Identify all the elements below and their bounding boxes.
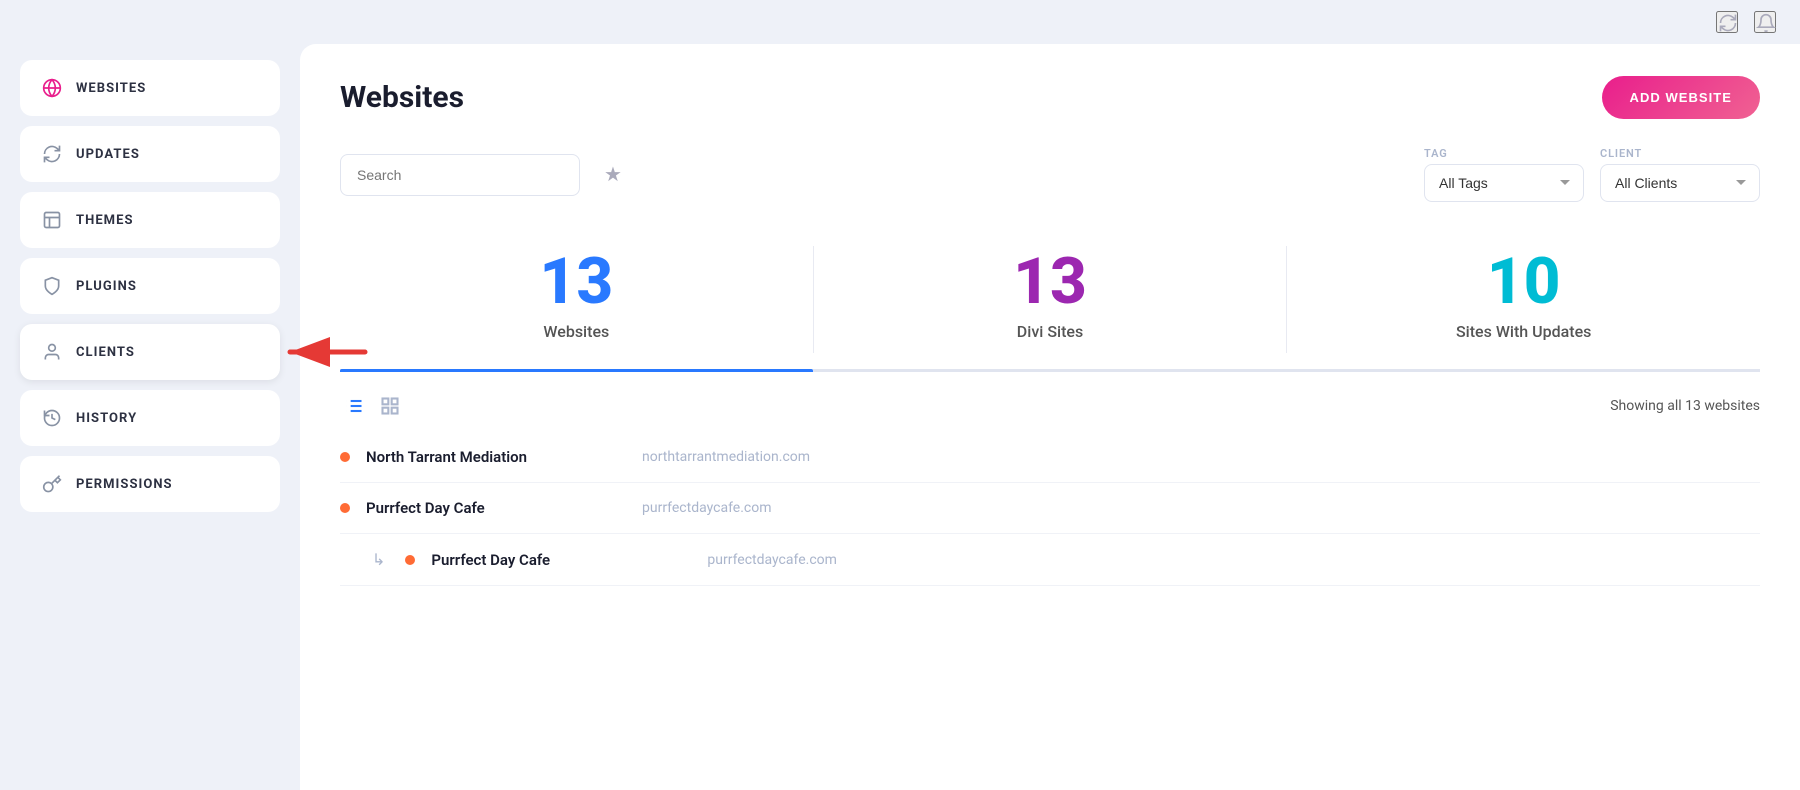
client-filter-label: CLIENT <box>1600 147 1760 160</box>
table-row[interactable]: ↳ Purrfect Day Cafe purrfectdaycafe.com <box>340 534 1760 586</box>
sidebar-item-plugins[interactable]: Plugins <box>20 258 280 314</box>
sidebar-item-websites[interactable]: Websites <box>20 60 280 116</box>
client-filter-select[interactable]: All Clients <box>1600 164 1760 202</box>
themes-icon <box>42 210 62 230</box>
favorites-star-button[interactable]: ★ <box>604 162 622 187</box>
status-dot <box>340 503 350 513</box>
filter-row: ★ TAG All Tags CLIENT All Clients <box>340 147 1760 202</box>
stats-row: 13 Websites 13 Divi Sites 10 Sites With … <box>340 230 1760 372</box>
sidebar-item-updates-label: Updates <box>76 147 140 162</box>
permissions-icon <box>42 474 62 494</box>
clients-icon <box>42 342 62 362</box>
tag-filter-select[interactable]: All Tags <box>1424 164 1584 202</box>
content-area: Websites ADD WEBSITE ★ TAG All Tags CLIE… <box>300 44 1800 790</box>
sidebar-item-permissions-label: Permissions <box>76 477 173 492</box>
website-name: Purrfect Day Cafe <box>366 499 626 517</box>
active-tab-bar <box>340 369 813 372</box>
status-dot <box>405 555 415 565</box>
sidebar-item-clients[interactable]: Clients <box>20 324 280 380</box>
refresh-icon[interactable] <box>1716 11 1738 33</box>
sidebar-item-plugins-label: Plugins <box>76 279 137 294</box>
sidebar: Websites Updates Themes <box>0 44 300 790</box>
list-controls: Showing all 13 websites <box>340 372 1760 432</box>
table-row[interactable]: North Tarrant Mediation northtarrantmedi… <box>340 432 1760 483</box>
stat-updates[interactable]: 10 Sites With Updates <box>1287 230 1760 369</box>
sidebar-item-permissions[interactable]: Permissions <box>20 456 280 512</box>
tag-filter-group: TAG All Tags <box>1424 147 1584 202</box>
sidebar-item-themes[interactable]: Themes <box>20 192 280 248</box>
search-input[interactable] <box>340 154 580 196</box>
stat-divi-label: Divi Sites <box>824 322 1277 341</box>
add-website-button[interactable]: ADD WEBSITE <box>1602 76 1760 119</box>
stat-divi-number: 13 <box>824 250 1277 314</box>
client-filter-group: CLIENT All Clients <box>1600 147 1760 202</box>
table-row[interactable]: Purrfect Day Cafe purrfectdaycafe.com <box>340 483 1760 534</box>
globe-icon <box>42 78 62 98</box>
showing-text: Showing all 13 websites <box>1610 398 1760 414</box>
sidebar-item-websites-label: Websites <box>76 81 146 96</box>
tag-filter-label: TAG <box>1424 147 1584 160</box>
website-url: purrfectdaycafe.com <box>642 500 772 516</box>
list-view-button[interactable] <box>340 392 368 420</box>
stat-updates-label: Sites With Updates <box>1297 322 1750 341</box>
status-dot <box>340 452 350 462</box>
sidebar-item-history[interactable]: History <box>20 390 280 446</box>
plugins-icon <box>42 276 62 296</box>
website-url: purrfectdaycafe.com <box>707 552 837 568</box>
website-name: North Tarrant Mediation <box>366 448 626 466</box>
main-layout: Websites Updates Themes <box>0 44 1800 790</box>
website-name: Purrfect Day Cafe <box>431 551 691 569</box>
history-icon <box>42 408 62 428</box>
sub-row-indicator: ↳ <box>372 550 385 569</box>
website-url: northtarrantmediation.com <box>642 449 810 465</box>
stat-divi[interactable]: 13 Divi Sites <box>814 230 1287 369</box>
content-header: Websites ADD WEBSITE <box>340 76 1760 119</box>
page-title: Websites <box>340 80 464 115</box>
sidebar-item-clients-label: Clients <box>76 345 135 360</box>
notification-bell-icon[interactable] <box>1754 11 1776 33</box>
website-list: North Tarrant Mediation northtarrantmedi… <box>340 432 1760 586</box>
stat-updates-number: 10 <box>1297 250 1750 314</box>
stat-websites-number: 13 <box>350 250 803 314</box>
stat-websites-label: Websites <box>350 322 803 341</box>
view-toggle <box>340 392 404 420</box>
sidebar-item-updates[interactable]: Updates <box>20 126 280 182</box>
stat-websites[interactable]: 13 Websites <box>340 230 813 369</box>
updates-icon <box>42 144 62 164</box>
sidebar-item-themes-label: Themes <box>76 213 134 228</box>
grid-view-button[interactable] <box>376 392 404 420</box>
topbar <box>0 0 1800 44</box>
sidebar-item-history-label: History <box>76 411 137 426</box>
